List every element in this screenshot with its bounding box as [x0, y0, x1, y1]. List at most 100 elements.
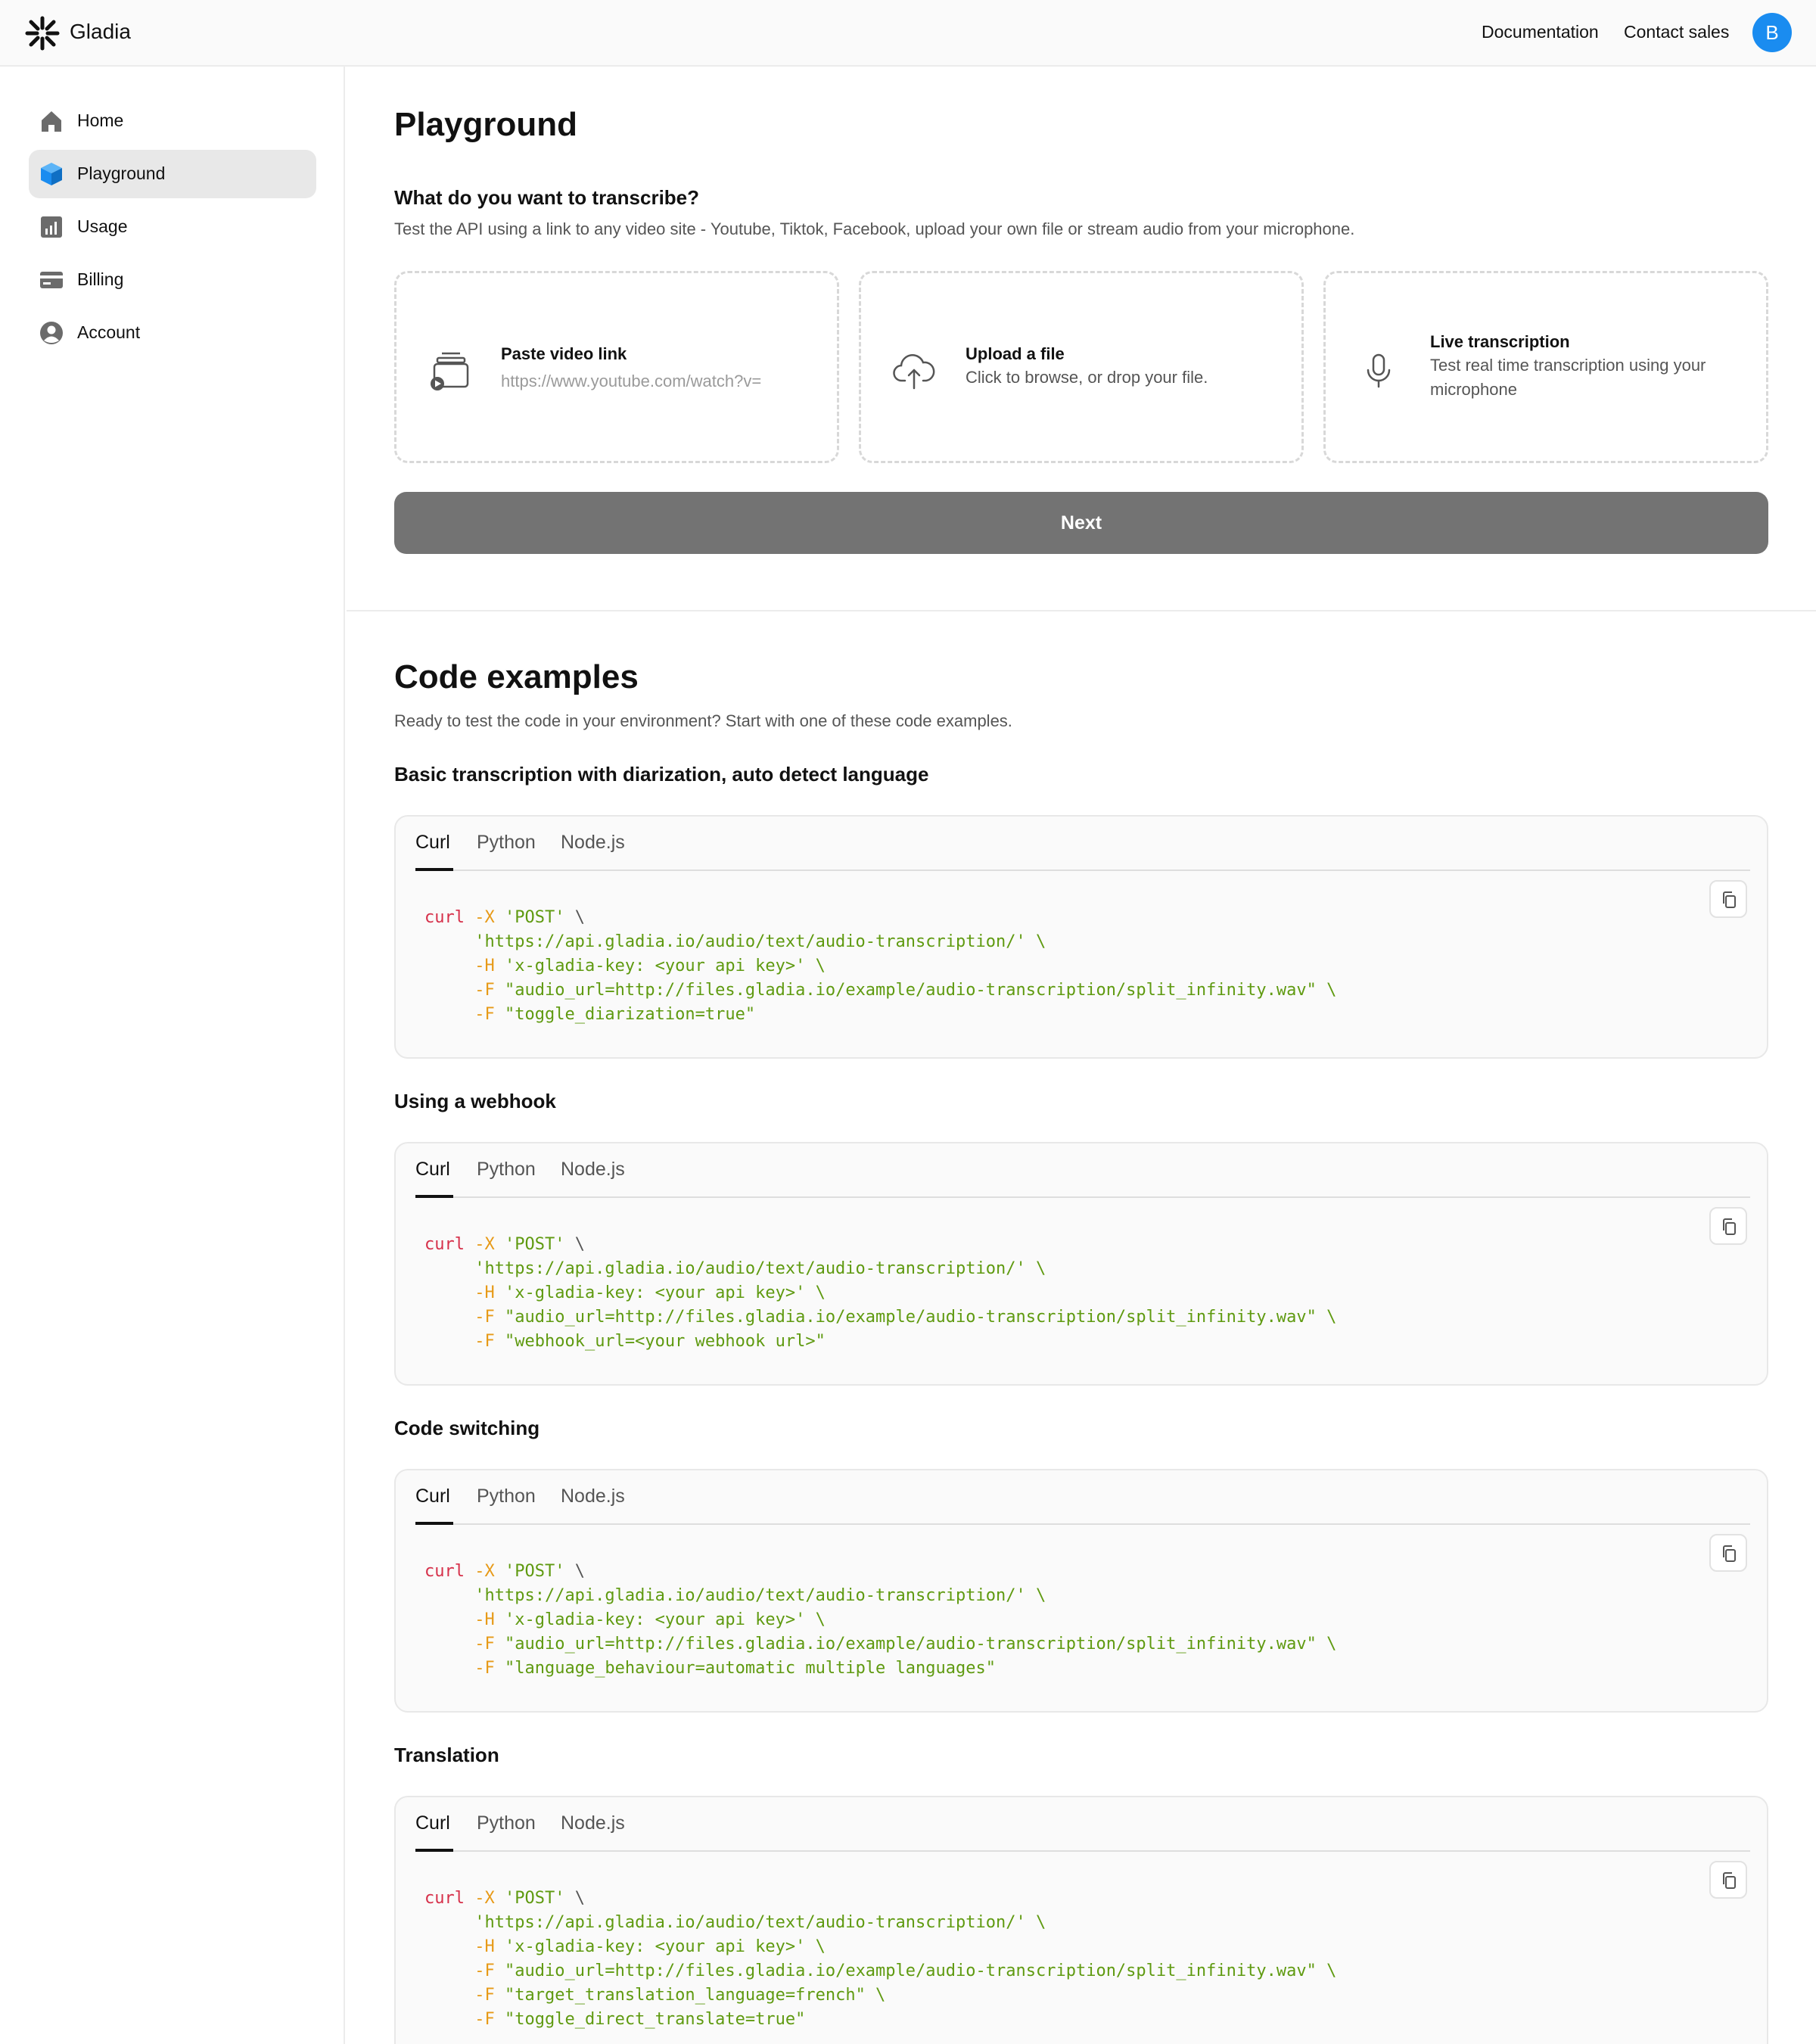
tab-nodejs[interactable]: Node.js — [561, 832, 625, 854]
next-button[interactable]: Next — [394, 492, 1768, 554]
curl-command: curl — [424, 1889, 465, 1908]
code-line: "toggle_diarization=true" — [504, 1005, 756, 1024]
active-tab-indicator — [415, 1522, 453, 1525]
live-transcription-card[interactable]: Live transcription Test real time transc… — [1323, 271, 1768, 463]
curl-command: curl — [424, 1235, 465, 1254]
line-continuation: \ — [574, 908, 585, 927]
code-example-card: Curl Python Node.js curl -X 'POST' \ 'ht… — [394, 1796, 1768, 2044]
curl-flag: -H — [474, 1283, 495, 1302]
code-line: 'https://api.gladia.io/audio/text/audio-… — [474, 1913, 1046, 1932]
curl-flag: -F — [474, 1005, 495, 1024]
curl-flag: -X — [474, 1235, 495, 1254]
active-tab-indicator — [415, 1849, 453, 1852]
curl-flag: -F — [474, 1308, 495, 1327]
curl-flag: -X — [474, 1889, 495, 1908]
code-line: "audio_url=http://files.gladia.io/exampl… — [504, 1308, 1337, 1327]
curl-flag: -H — [474, 1937, 495, 1956]
paste-video-link-card[interactable]: Paste video link — [394, 271, 839, 463]
playground-description: Test the API using a link to any video s… — [394, 219, 1355, 238]
line-continuation: \ — [574, 1235, 585, 1254]
code-line: "target_translation_language=french" \ — [504, 1986, 886, 2005]
tab-curl[interactable]: Curl — [415, 832, 450, 854]
code-tabs: Curl Python Node.js — [415, 1797, 1750, 1852]
curl-flag: -F — [474, 1986, 495, 2005]
sidebar-item-label: Playground — [77, 163, 166, 183]
code-line: 'https://api.gladia.io/audio/text/audio-… — [474, 1586, 1046, 1605]
tab-python[interactable]: Python — [477, 1486, 536, 1507]
curl-flag: -F — [474, 981, 495, 1000]
code-line: "audio_url=http://files.gladia.io/exampl… — [504, 1962, 1337, 1980]
curl-flag: -H — [474, 957, 495, 975]
copy-button[interactable] — [1709, 880, 1747, 918]
code-line: 'x-gladia-key: <your api key>' \ — [504, 1937, 826, 1956]
sidebar-item-label: Usage — [77, 216, 128, 236]
user-icon — [40, 322, 63, 344]
sidebar-item-playground[interactable]: Playground — [29, 150, 316, 198]
code-line: "language_behaviour=automatic multiple l… — [504, 1659, 996, 1678]
curl-flag: -F — [474, 1332, 495, 1351]
copy-button[interactable] — [1709, 1534, 1747, 1572]
curl-command: curl — [424, 1562, 465, 1581]
curl-flag: -H — [474, 1610, 495, 1629]
code-tabs: Curl Python Node.js — [415, 1470, 1750, 1525]
code-block: curl -X 'POST' \ 'https://api.gladia.io/… — [424, 1560, 1336, 1681]
upload-file-card[interactable]: Upload a file Click to browse, or drop y… — [859, 271, 1304, 463]
chart-icon — [41, 216, 62, 238]
tab-curl[interactable]: Curl — [415, 1486, 450, 1507]
tab-curl[interactable]: Curl — [415, 1812, 450, 1834]
curl-method: 'POST' — [504, 1235, 565, 1254]
code-example-card: Curl Python Node.js curl -X 'POST' \ 'ht… — [394, 1469, 1768, 1713]
copy-button[interactable] — [1709, 1861, 1747, 1899]
line-continuation: \ — [574, 1889, 585, 1908]
curl-method: 'POST' — [504, 908, 565, 927]
paste-video-link-title: Paste video link — [501, 344, 627, 363]
code-line: "toggle_direct_translate=true" — [504, 2010, 806, 2029]
active-tab-indicator — [415, 1195, 453, 1198]
curl-flag: -X — [474, 1562, 495, 1581]
tab-python[interactable]: Python — [477, 1812, 536, 1834]
sidebar: Home Playground Usage Billing Account — [0, 67, 345, 2044]
copy-icon — [1723, 1218, 1736, 1235]
code-line: "webhook_url=<your webhook url>" — [504, 1332, 826, 1351]
code-line: 'x-gladia-key: <your api key>' \ — [504, 1610, 826, 1629]
active-tab-indicator — [415, 868, 453, 871]
tab-python[interactable]: Python — [477, 1159, 536, 1181]
code-line: 'https://api.gladia.io/audio/text/audio-… — [474, 932, 1046, 951]
sidebar-item-label: Account — [77, 322, 141, 342]
upload-file-title: Upload a file — [966, 344, 1065, 363]
gladia-logo-icon[interactable] — [24, 15, 61, 51]
code-tabs: Curl Python Node.js — [415, 1143, 1750, 1198]
curl-flag: -F — [474, 1635, 495, 1654]
contact-sales-link[interactable]: Contact sales — [1624, 22, 1729, 42]
tab-curl[interactable]: Curl — [415, 1159, 450, 1181]
video-link-input[interactable] — [501, 370, 819, 393]
avatar[interactable]: B — [1752, 13, 1792, 52]
sidebar-item-account[interactable]: Account — [29, 309, 316, 357]
example-title: Translation — [394, 1744, 499, 1766]
code-block: curl -X 'POST' \ 'https://api.gladia.io/… — [424, 906, 1336, 1027]
video-link-icon — [431, 352, 469, 390]
tab-nodejs[interactable]: Node.js — [561, 1486, 625, 1507]
code-block: curl -X 'POST' \ 'https://api.gladia.io/… — [424, 1233, 1336, 1354]
line-continuation: \ — [574, 1562, 585, 1581]
code-example-card: Curl Python Node.js curl -X 'POST' \ 'ht… — [394, 815, 1768, 1059]
upload-file-description: Click to browse, or drop your file. — [966, 368, 1208, 387]
tab-python[interactable]: Python — [477, 832, 536, 854]
sidebar-item-usage[interactable]: Usage — [29, 203, 316, 251]
sidebar-item-home[interactable]: Home — [29, 97, 316, 145]
home-icon — [42, 111, 61, 132]
curl-command: curl — [424, 908, 465, 927]
copy-button[interactable] — [1709, 1207, 1747, 1245]
curl-flag: -F — [474, 2010, 495, 2029]
curl-method: 'POST' — [504, 1889, 565, 1908]
tab-nodejs[interactable]: Node.js — [561, 1812, 625, 1834]
documentation-link[interactable]: Documentation — [1482, 22, 1599, 42]
code-example-card: Curl Python Node.js curl -X 'POST' \ 'ht… — [394, 1142, 1768, 1386]
brand-name: Gladia — [70, 20, 131, 43]
cube-icon — [41, 163, 62, 185]
copy-icon — [1723, 891, 1736, 908]
sidebar-item-label: Billing — [77, 269, 124, 289]
tab-nodejs[interactable]: Node.js — [561, 1159, 625, 1181]
page-title: Playground — [394, 106, 578, 143]
sidebar-item-billing[interactable]: Billing — [29, 256, 316, 304]
